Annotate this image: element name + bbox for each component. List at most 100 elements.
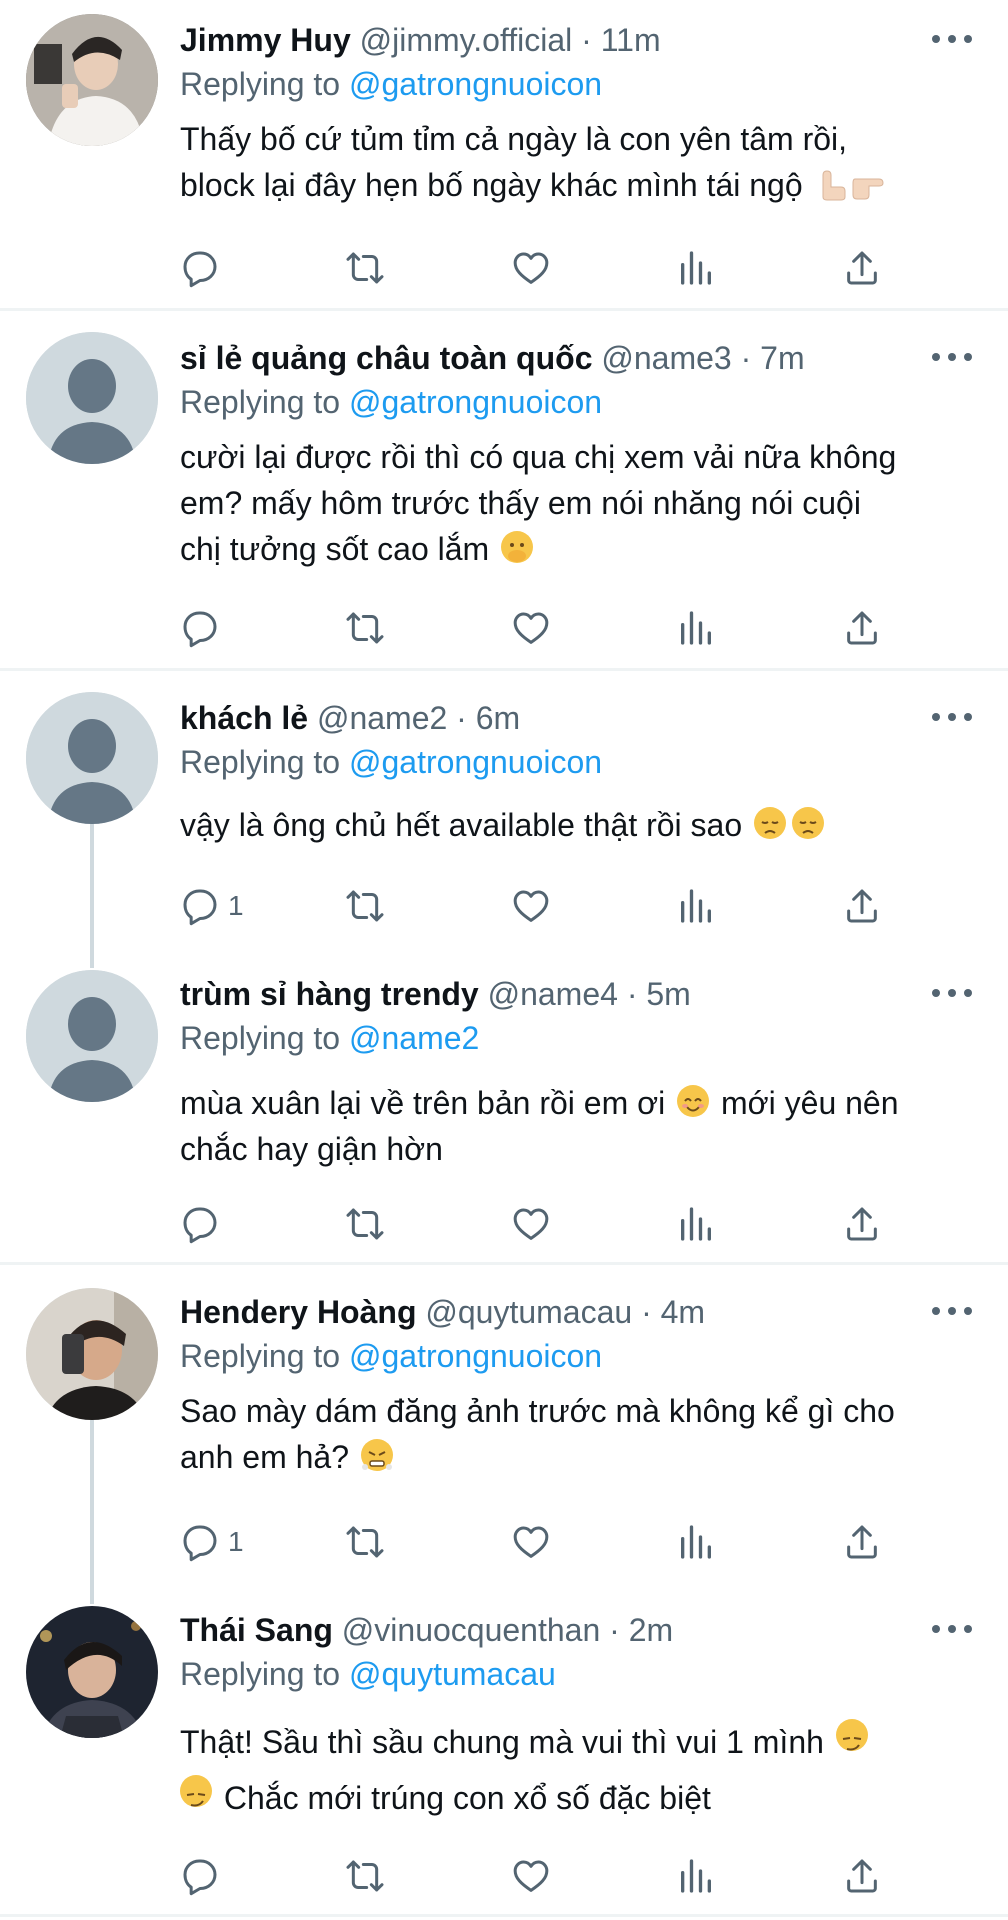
- retweet-button[interactable]: [345, 604, 385, 652]
- views-button[interactable]: [676, 244, 716, 292]
- pointing-hands-emoji: [817, 167, 887, 201]
- user-handle[interactable]: @name2: [317, 700, 447, 736]
- tweet-text: mùa xuân lại về trên bản rồi em ơi mới y…: [180, 1080, 980, 1172]
- tweet-divider: [0, 1914, 1008, 1917]
- more-options-icon[interactable]: [932, 347, 972, 367]
- avatar[interactable]: [26, 1606, 158, 1738]
- thread-connector-line: [90, 1420, 94, 1604]
- separator-dot: ·: [609, 1612, 620, 1648]
- display-name[interactable]: trùm sỉ hàng trendy: [180, 976, 479, 1012]
- timestamp[interactable]: 2m: [629, 1612, 673, 1648]
- default-avatar[interactable]: [26, 692, 158, 824]
- more-options-icon[interactable]: [932, 983, 972, 1003]
- reply-button[interactable]: [180, 1200, 228, 1248]
- like-button[interactable]: [511, 1518, 551, 1566]
- user-handle[interactable]: @quytumacau: [425, 1294, 632, 1330]
- heart-icon: [513, 1208, 549, 1240]
- reply-icon: [183, 1207, 217, 1244]
- user-handle[interactable]: @jimmy.official: [360, 22, 573, 58]
- avatar[interactable]: [26, 1288, 158, 1420]
- replying-to-label: Replying to: [180, 66, 341, 102]
- views-button[interactable]: [676, 1852, 716, 1900]
- like-button[interactable]: [511, 1200, 551, 1248]
- timestamp[interactable]: 11m: [601, 22, 661, 58]
- more-options-icon[interactable]: [932, 29, 972, 49]
- timestamp[interactable]: 7m: [760, 340, 804, 376]
- smirking-face-emoji: [835, 1719, 868, 1751]
- more-options-icon[interactable]: [932, 707, 972, 727]
- views-button[interactable]: [676, 1200, 716, 1248]
- replying-to-label: Replying to: [180, 1338, 341, 1374]
- heart-icon: [513, 252, 549, 284]
- like-button[interactable]: [511, 244, 551, 292]
- tweet-actions: [180, 1852, 900, 1900]
- share-button[interactable]: [842, 604, 882, 652]
- replying-to-label: Replying to: [180, 744, 341, 780]
- views-button[interactable]: [676, 882, 716, 930]
- share-button[interactable]: [842, 1518, 882, 1566]
- more-options-icon[interactable]: [932, 1301, 972, 1321]
- tweet-text-line: chị tưởng sốt cao lắm: [180, 531, 490, 567]
- share-button[interactable]: [842, 1852, 882, 1900]
- reply-mention-link[interactable]: @gatrongnuoicon: [349, 744, 602, 780]
- reply-mention-link[interactable]: @gatrongnuoicon: [349, 1338, 602, 1374]
- timestamp[interactable]: 6m: [476, 700, 520, 736]
- share-icon: [847, 1207, 877, 1241]
- views-icon: [681, 1207, 711, 1241]
- retweet-button[interactable]: [345, 1852, 385, 1900]
- views-button[interactable]: [676, 1518, 716, 1566]
- display-name[interactable]: Jimmy Huy: [180, 22, 351, 58]
- tweet-actions: 1: [180, 882, 900, 930]
- tweet-divider: [0, 308, 1008, 311]
- share-button[interactable]: [842, 244, 882, 292]
- share-button[interactable]: [842, 882, 882, 930]
- reply-button[interactable]: [180, 604, 228, 652]
- display-name[interactable]: Hendery Hoàng: [180, 1294, 416, 1330]
- share-button[interactable]: [842, 1200, 882, 1248]
- user-handle[interactable]: @name3: [601, 340, 731, 376]
- heart-icon: [513, 890, 549, 922]
- tweet-actions: [180, 604, 900, 652]
- display-name[interactable]: Thái Sang: [180, 1612, 333, 1648]
- reply-button[interactable]: [180, 244, 228, 292]
- retweet-icon: [346, 612, 384, 644]
- reply-mention-link[interactable]: @gatrongnuoicon: [349, 66, 602, 102]
- more-options-icon[interactable]: [932, 1619, 972, 1639]
- reply-button[interactable]: 1: [180, 1518, 244, 1566]
- retweet-button[interactable]: [345, 882, 385, 930]
- default-avatar[interactable]: [26, 332, 158, 464]
- tweet-header: khách lẻ @name2 · 6m: [180, 696, 948, 740]
- retweet-button[interactable]: [345, 1200, 385, 1248]
- like-button[interactable]: [511, 882, 551, 930]
- reply-button[interactable]: 1: [180, 882, 244, 930]
- replying-to-label: Replying to: [180, 1656, 341, 1692]
- reply-button[interactable]: [180, 1852, 228, 1900]
- replying-to-line: Replying to @gatrongnuoicon: [180, 1334, 602, 1378]
- like-button[interactable]: [511, 1852, 551, 1900]
- reply-mention-link[interactable]: @quytumacau: [349, 1656, 556, 1692]
- timestamp[interactable]: 5m: [646, 976, 690, 1012]
- avatar[interactable]: [26, 14, 158, 146]
- share-icon: [847, 1859, 877, 1893]
- reply-mention-link[interactable]: @gatrongnuoicon: [349, 384, 602, 420]
- views-icon: [681, 611, 711, 645]
- tweet-text-line: em? mấy hôm trước thấy em nói nhăng nói …: [180, 485, 861, 521]
- user-handle[interactable]: @vinuocquenthan: [342, 1612, 600, 1648]
- retweet-icon: [346, 1526, 384, 1558]
- share-icon: [847, 251, 877, 285]
- reply-icon: [183, 1859, 217, 1896]
- retweet-button[interactable]: [345, 1518, 385, 1566]
- timestamp[interactable]: 4m: [661, 1294, 705, 1330]
- reply-icon: [183, 611, 217, 648]
- retweet-button[interactable]: [345, 244, 385, 292]
- like-button[interactable]: [511, 604, 551, 652]
- tweet-header: Jimmy Huy @jimmy.official · 11m: [180, 18, 948, 62]
- display-name[interactable]: sỉ lẻ quảng châu toàn quốc: [180, 340, 592, 376]
- reply-icon: [183, 1525, 217, 1562]
- views-button[interactable]: [676, 604, 716, 652]
- display-name[interactable]: khách lẻ: [180, 700, 308, 736]
- heart-icon: [513, 1860, 549, 1892]
- default-avatar[interactable]: [26, 970, 158, 1102]
- reply-mention-link[interactable]: @name2: [349, 1020, 479, 1056]
- user-handle[interactable]: @name4: [488, 976, 618, 1012]
